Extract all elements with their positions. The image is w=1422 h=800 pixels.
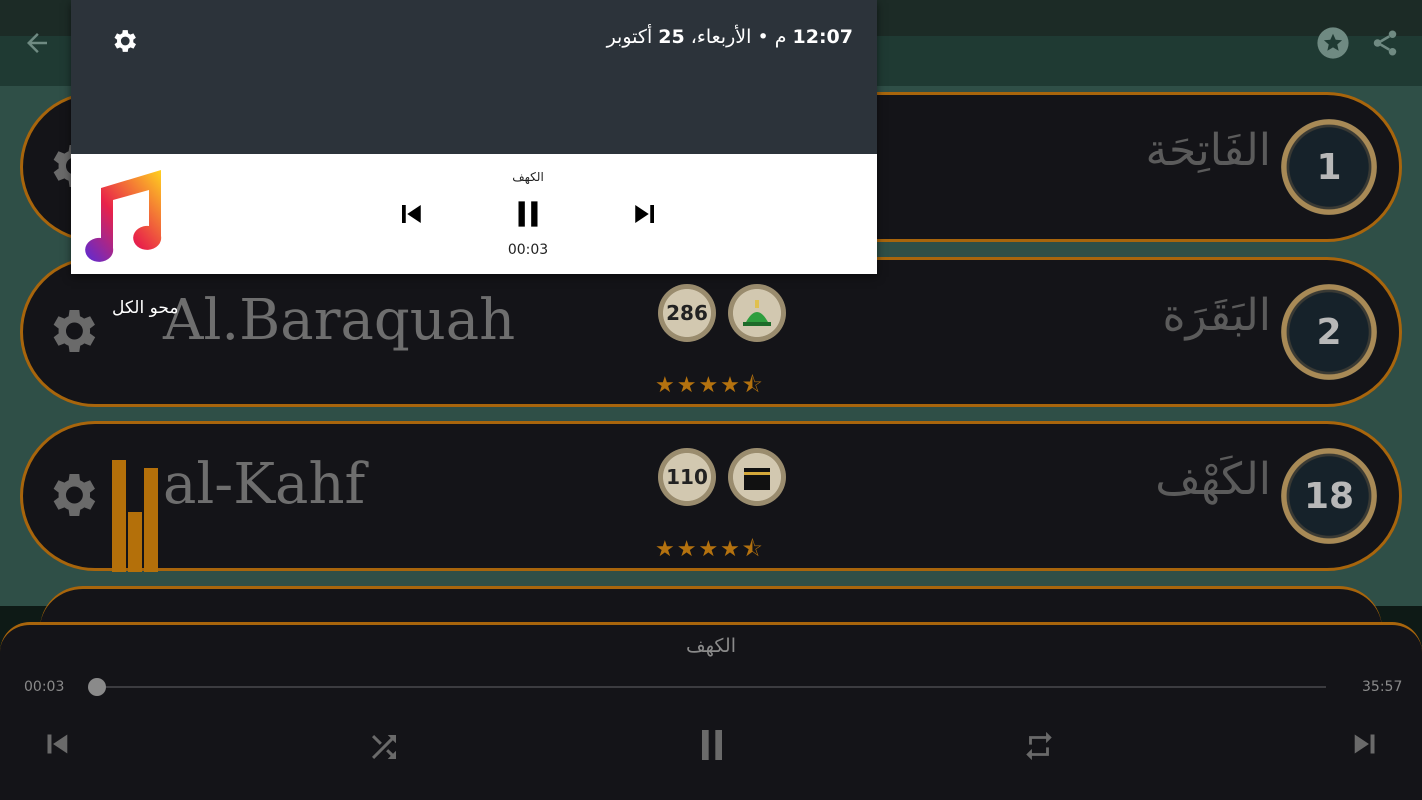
verse-count-badge: 286 <box>658 284 716 342</box>
seek-bar[interactable] <box>97 686 1326 688</box>
surah-arabic-name: الفَاتِحَة <box>1145 125 1271 176</box>
skip-next-icon[interactable] <box>627 196 663 236</box>
surah-number: 2 <box>1316 311 1342 353</box>
surah-number: 1 <box>1316 146 1342 188</box>
surah-card-18[interactable]: al-Kahf 110 ★★★★⯪ الكَهْف 18 <box>20 421 1402 571</box>
time-suffix: م <box>774 26 787 48</box>
equalizer-bar <box>112 460 126 572</box>
media-notification[interactable]: الكهف 00:03 <box>71 154 877 274</box>
now-playing-title: الكهف <box>686 635 736 657</box>
clear-all-button[interactable]: محو الكل <box>112 298 178 318</box>
notification-shade: 12:07 م • الأربعاء، 25 أكتوبر الكهف 00:0… <box>71 0 877 274</box>
equalizer-bar <box>144 468 158 572</box>
settings-gear-icon[interactable] <box>109 26 139 60</box>
medina-mosque-icon <box>728 284 786 342</box>
pause-icon[interactable] <box>692 723 732 771</box>
kaaba-icon <box>728 448 786 506</box>
gear-icon[interactable] <box>43 466 101 528</box>
favorite-star-icon[interactable] <box>1316 26 1350 64</box>
rating-stars: ★★★★⯪ <box>655 373 765 398</box>
gear-icon[interactable] <box>43 302 101 364</box>
skip-previous-icon[interactable] <box>393 196 429 236</box>
back-arrow-icon[interactable] <box>22 28 52 62</box>
rating-stars: ★★★★⯪ <box>655 537 765 562</box>
seek-thumb[interactable] <box>88 678 106 696</box>
verse-count: 110 <box>666 465 708 489</box>
weekday: الأربعاء، <box>690 26 752 48</box>
share-icon[interactable] <box>1370 28 1400 62</box>
day-number: 25 <box>658 26 685 48</box>
skip-next-icon[interactable] <box>1346 725 1384 767</box>
date-time: 12:07 م • الأربعاء، 25 أكتوبر <box>607 26 853 48</box>
verse-count-badge: 110 <box>658 448 716 506</box>
bottom-player: الكهف 00:03 35:57 <box>0 622 1422 800</box>
skip-previous-icon[interactable] <box>38 725 76 767</box>
month: أكتوبر <box>606 26 653 48</box>
shuffle-icon[interactable] <box>366 729 402 769</box>
surah-arabic-name: البَقَرَة <box>1162 290 1272 341</box>
repeat-icon[interactable] <box>1022 729 1056 767</box>
surah-english-name: Al.Baraquah <box>163 288 516 353</box>
media-title: الكهف <box>512 170 544 184</box>
total-duration: 35:57 <box>1362 679 1403 695</box>
separator-dot: • <box>757 26 769 48</box>
current-time: 00:03 <box>24 679 65 695</box>
surah-arabic-name: الكَهْف <box>1155 454 1271 505</box>
surah-number: 18 <box>1303 475 1355 517</box>
clock-time: 12:07 <box>792 26 853 48</box>
surah-english-name: al-Kahf <box>163 452 366 517</box>
surah-number-medallion: 18 <box>1281 448 1377 544</box>
surah-card-2[interactable]: Al.Baraquah 286 ★★★★⯪ البَقَرَة 2 <box>20 257 1402 407</box>
verse-count: 286 <box>666 301 708 325</box>
surah-number-medallion: 2 <box>1281 284 1377 380</box>
pause-icon[interactable] <box>509 194 547 238</box>
media-position: 00:03 <box>507 242 549 258</box>
equalizer-bar <box>128 512 142 572</box>
surah-number-medallion: 1 <box>1281 119 1377 215</box>
